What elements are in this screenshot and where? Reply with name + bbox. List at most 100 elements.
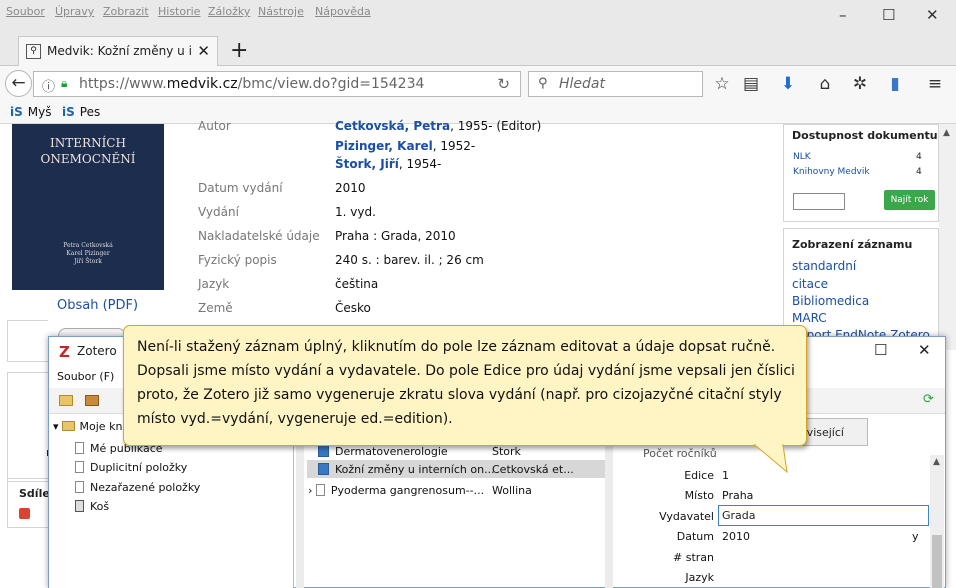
zotero-close-button[interactable]: ✕ (918, 341, 931, 359)
display-standard-link[interactable]: standardní (792, 259, 856, 273)
bookmark-logo-icon: iS (62, 105, 75, 119)
bookmark-logo-icon: iS (10, 105, 23, 119)
label-misto: Místo (684, 489, 714, 502)
field-pocet-rocniku: Počet ročníků (643, 447, 717, 460)
new-library-icon[interactable] (85, 395, 99, 406)
menu-napoveda[interactable]: Nápověda (315, 5, 371, 18)
zotero-book-icon[interactable]: ▮ (885, 74, 905, 94)
scroll-thumb[interactable] (932, 535, 942, 588)
author-2-link[interactable]: Pizinger, Karel (335, 139, 433, 153)
item-row-2[interactable]: Kožní změny u interních on... (318, 463, 495, 476)
zotero-logo-icon: Z (59, 343, 70, 361)
page-scrollbar[interactable]: ▲ (939, 124, 956, 350)
vydavatel-value: Grada (722, 509, 756, 522)
trash-icon (75, 500, 84, 512)
value-fyzicky-popis: 240 s. : barev. il. ; 26 cm (335, 253, 484, 267)
author-3-link[interactable]: Štork, Jiří (335, 157, 399, 171)
menu-zalozky[interactable]: Záložky (208, 5, 250, 18)
reload-icon[interactable]: ↻ (497, 75, 510, 93)
display-bibliomedica-link[interactable]: Bibliomedica (792, 294, 869, 308)
back-arrow-icon[interactable]: ← (5, 70, 32, 97)
new-collection-icon[interactable] (59, 395, 73, 406)
author-3: Štork, Jiří, 1954- (335, 157, 442, 171)
menu-nastroje[interactable]: Nástroje (258, 5, 304, 18)
hamburger-menu-icon[interactable]: ≡ (925, 74, 945, 94)
scroll-up-icon[interactable]: ▲ (933, 457, 940, 467)
value-misto[interactable]: Praha (722, 489, 753, 502)
medvik-count: 4 (916, 167, 922, 177)
close-button[interactable]: ✕ (926, 6, 939, 24)
menu-historie[interactable]: Historie (158, 5, 200, 18)
url-bar[interactable]: ⓘ 🔒︎ https://www.medvik.cz/bmc/view.do?g… (33, 71, 521, 97)
item-row-3[interactable]: › Pyoderma gangrenosum--... (308, 484, 484, 497)
minimize-button[interactable]: – (839, 6, 847, 24)
value-datum[interactable]: 2010 (722, 530, 750, 543)
unfiled-icon (75, 481, 84, 493)
nlk-link[interactable]: NLK (793, 152, 811, 162)
scroll-up-icon[interactable]: ▲ (943, 128, 950, 138)
display-citace-link[interactable]: citace (792, 277, 828, 291)
collection-trash[interactable]: Koš (75, 500, 109, 513)
zotero-menu-soubor[interactable]: Soubor (F) (57, 370, 114, 383)
search-placeholder: Hledat (559, 76, 605, 92)
menu-zobrazit[interactable]: Zobrazit (103, 5, 149, 18)
splitter-left[interactable] (296, 446, 304, 588)
search-icon: ⚲ (538, 76, 548, 91)
site-favicon-icon: ⚲ (26, 44, 41, 59)
display-marc-link[interactable]: MARC (792, 311, 827, 325)
label-autor: Autor (198, 119, 231, 133)
cover-title-line1: INTERNÍCH (50, 136, 126, 150)
label-datum: Datum (676, 530, 714, 543)
value-nakladatelske: Praha : Grada, 2010 (335, 229, 456, 243)
find-year-button[interactable]: Najít rok (884, 190, 935, 210)
downloads-icon[interactable]: ⬇ (778, 74, 798, 94)
collection-unfiled[interactable]: Nezařazené položky (75, 481, 200, 494)
zotero-title: Zotero (77, 344, 117, 358)
bookmark-star-icon[interactable]: ☆ (712, 74, 732, 94)
zotero-item-scrollbar[interactable]: ▲ (930, 455, 944, 588)
collection-duplicates[interactable]: Duplicitní položky (75, 461, 187, 474)
availability-box: Dostupnost dokumentu NLK 4 Knihovny Medv… (783, 124, 939, 222)
info-icon[interactable]: ⓘ (42, 76, 55, 95)
home-icon[interactable]: ⌂ (815, 74, 835, 94)
menu-soubor[interactable]: Soubor (6, 5, 45, 18)
zotero-maximize-button[interactable]: ☐ (874, 341, 887, 359)
nlk-count: 4 (916, 152, 922, 162)
label-vydani: Vydání (198, 205, 239, 219)
menu-upravy[interactable]: Úpravy (55, 5, 94, 18)
item-row-1[interactable]: Dermatovenerologie (318, 445, 448, 458)
tab-title: Medvik: Kožní změny u inter (47, 44, 192, 58)
document-item-icon (315, 484, 325, 496)
author-2: Pizinger, Karel, 1952- (335, 139, 476, 153)
vydavatel-input[interactable]: Grada (718, 505, 929, 526)
value-edice[interactable]: 1 (722, 469, 729, 482)
folder-icon (61, 421, 75, 431)
item-row-2-creator: Cetkovská et... (492, 463, 574, 476)
bookmark-mys[interactable]: iS Myš (10, 105, 51, 119)
extension-icon[interactable]: ✲ (850, 74, 870, 94)
label-nakladatelske: Nakladatelské údaje (198, 229, 320, 243)
book-item-icon (318, 463, 329, 475)
label-zeme: Země (198, 301, 233, 315)
label-datum-vydani: Datum vydání (198, 181, 283, 195)
search-input[interactable]: ⚲ Hledat (528, 71, 703, 97)
callout-pointer (753, 444, 788, 474)
author-1-link[interactable]: Cetkovská, Petra (335, 119, 450, 133)
new-tab-button[interactable]: + (230, 38, 248, 63)
value-vydani: 1. vyd. (335, 205, 376, 219)
tab-close-icon[interactable]: ✕ (197, 42, 210, 60)
label-pocet-stran: # stran (673, 551, 714, 564)
share-icon[interactable] (19, 508, 30, 519)
sync-icon[interactable]: ⟳ (923, 392, 934, 407)
bookmark-pes[interactable]: iS Pes (62, 105, 100, 119)
obsah-pdf-link[interactable]: Obsah (PDF) (57, 298, 138, 313)
reading-list-icon[interactable]: ▤ (741, 74, 761, 94)
maximize-button[interactable]: ☐ (882, 6, 895, 24)
year-input[interactable] (793, 193, 845, 210)
book-item-icon (318, 445, 329, 457)
medvik-link[interactable]: Knihovny Medvik (793, 167, 870, 177)
value-datum-vydani: 2010 (335, 181, 366, 195)
splitter-right[interactable] (605, 446, 613, 588)
browser-tab[interactable]: ⚲ Medvik: Kožní změny u inter ✕ (18, 36, 218, 66)
value-zeme: Česko (335, 301, 371, 315)
